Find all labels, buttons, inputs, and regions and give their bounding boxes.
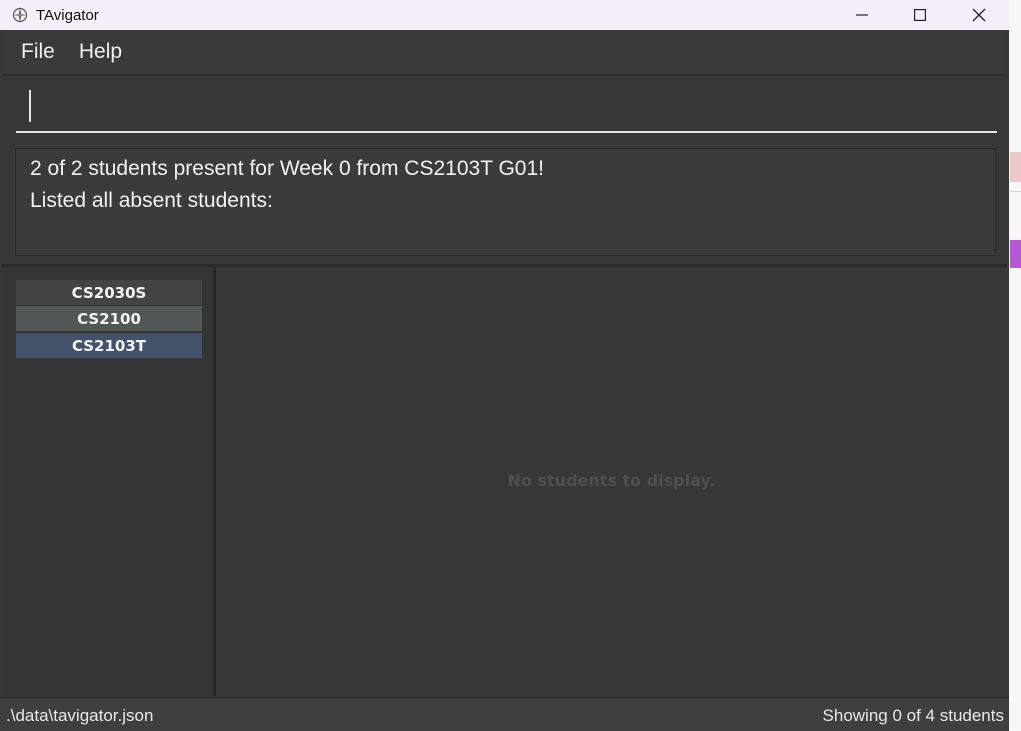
compass-icon [12, 7, 28, 23]
status-bar: .\data\tavigator.json Showing 0 of 4 stu… [0, 697, 1009, 731]
close-button[interactable] [950, 0, 1008, 30]
command-input[interactable] [16, 83, 997, 133]
student-list-panel: No students to display. [216, 267, 1007, 696]
app-window: TAvigator File Help 2 of 2 students pres… [0, 0, 1009, 731]
background-window-fragment [1010, 152, 1021, 182]
result-line: 2 of 2 students present for Week 0 from … [30, 157, 544, 180]
minimize-icon [856, 14, 868, 16]
menu-bar: File Help [2, 30, 1007, 75]
save-file-path: .\data\tavigator.json [6, 706, 154, 725]
minimize-button[interactable] [833, 0, 891, 30]
maximize-button[interactable] [891, 0, 949, 30]
result-display: 2 of 2 students present for Week 0 from … [15, 148, 996, 256]
student-count: Showing 0 of 4 students [822, 706, 1004, 725]
module-item-cs2103t[interactable]: CS2103T [16, 333, 202, 358]
window-title: TAvigator [36, 6, 99, 24]
module-item-cs2030s[interactable]: CS2030S [16, 280, 202, 305]
close-icon [972, 8, 986, 22]
module-item-cs2100[interactable]: CS2100 [16, 306, 202, 331]
menu-help[interactable]: Help [67, 40, 134, 64]
menu-file[interactable]: File [2, 40, 67, 64]
command-area: 2 of 2 students present for Week 0 from … [2, 75, 1007, 265]
background-window-fragment [1010, 240, 1021, 268]
title-bar: TAvigator [0, 0, 1009, 30]
empty-placeholder: No students to display. [507, 471, 716, 490]
background-window-fragment [1010, 191, 1021, 192]
desktop-background [1009, 0, 1021, 730]
result-line: Listed all absent students: [30, 189, 273, 212]
maximize-icon [914, 9, 926, 21]
text-cursor [29, 90, 31, 122]
module-list: CS2030S CS2100 CS2103T [2, 267, 213, 696]
